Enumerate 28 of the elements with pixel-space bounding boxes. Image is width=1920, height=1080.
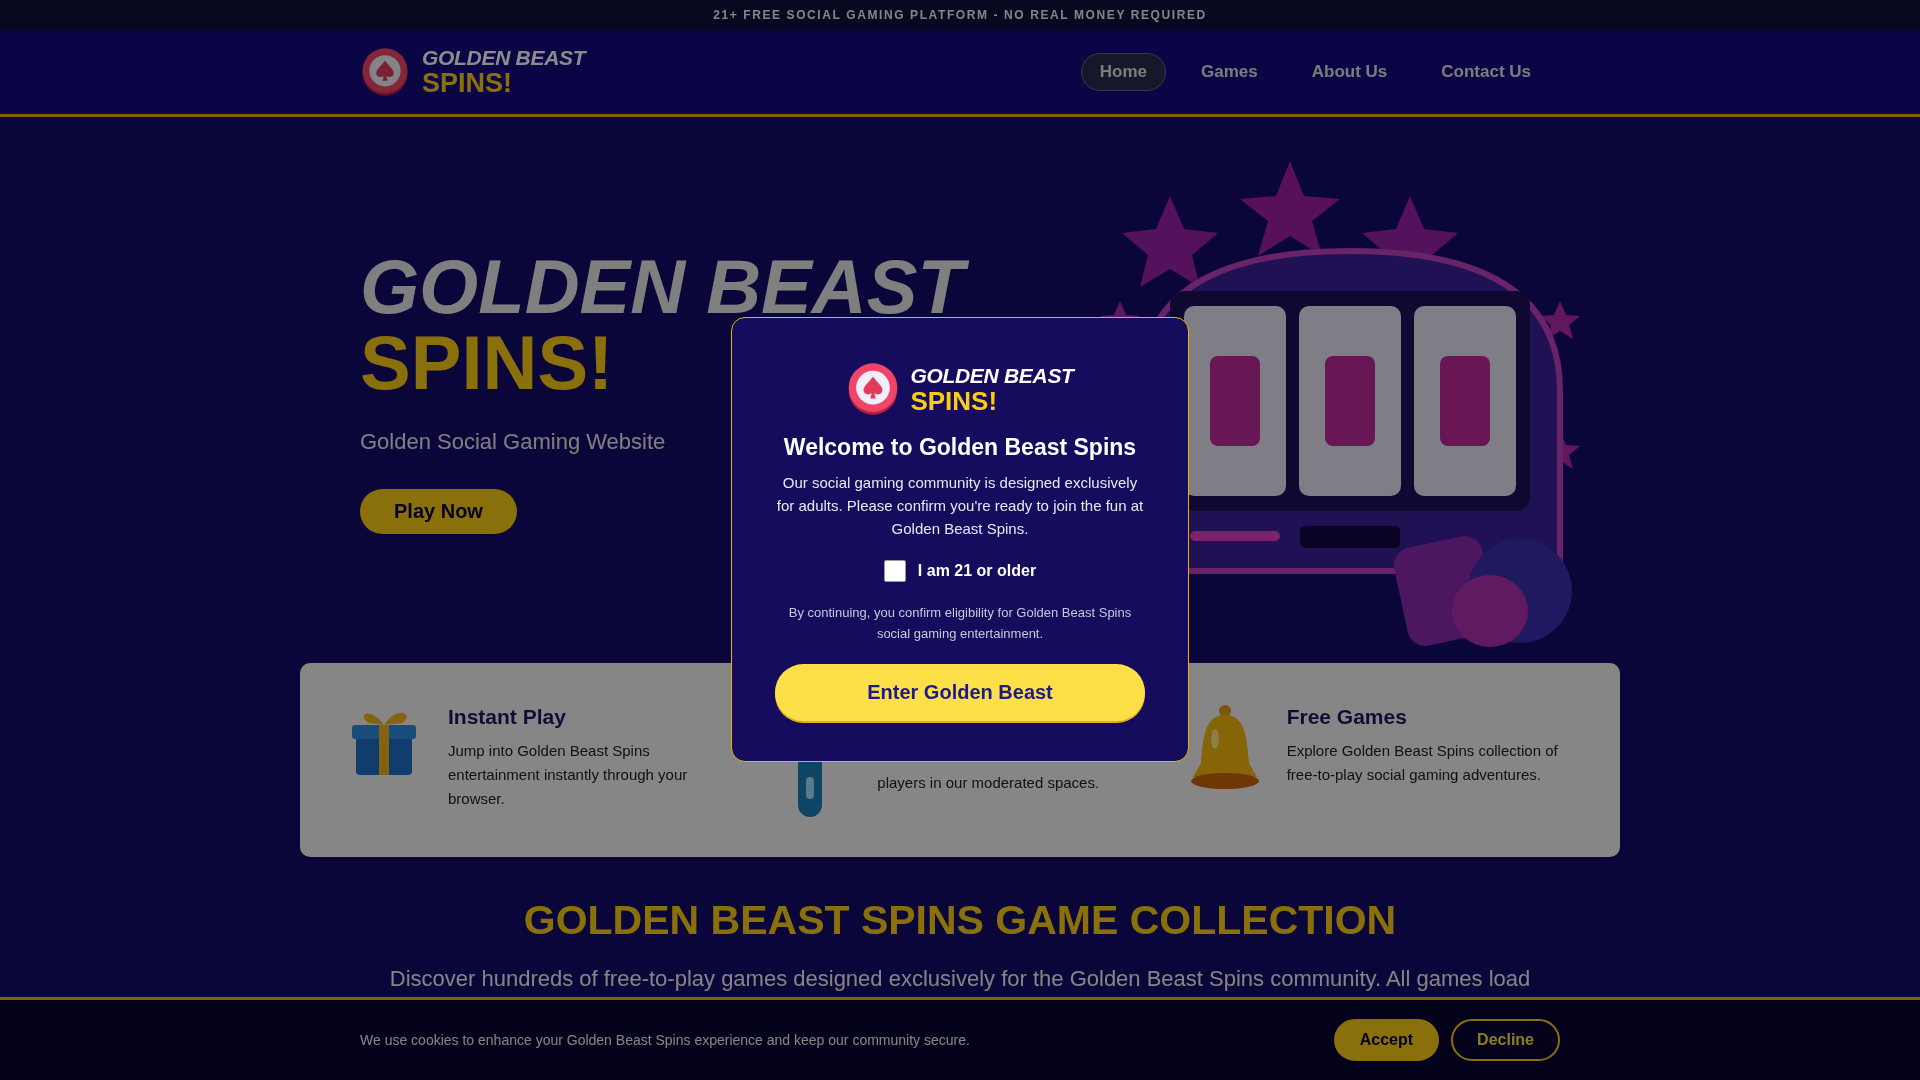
feature-description: players in our moderated spaces. bbox=[877, 773, 1100, 793]
nav-link[interactable]: Contact Us bbox=[1422, 53, 1550, 91]
logo-text: SPINS! bbox=[910, 387, 999, 414]
play-now-button[interactable]: Play Now bbox=[360, 489, 517, 534]
cookie-notice: We use cookies to enhance your Golden Beast Spins experience and keep our community secure. bbox=[360, 1032, 970, 1048]
logo-text: GOLDEN BEAST bbox=[422, 47, 586, 68]
section-intro: Discover hundreds of free-to-play games designed exclusively for the Golden Beast Spins community. All games load bbox=[388, 966, 1532, 992]
feature-description: Jump into Golden Beast Spins entertainment instantly through your browser. bbox=[448, 741, 689, 809]
banner-text: 21+ FREE SOCIAL GAMING PLATFORM - NO REAL MONEY REQUIRED bbox=[713, 8, 1207, 22]
nav-link[interactable]: Games bbox=[1182, 53, 1277, 91]
nav-link[interactable]: About Us bbox=[1292, 53, 1407, 91]
accept-button[interactable]: Accept bbox=[1333, 1019, 1440, 1061]
feature-title: Instant Play bbox=[448, 705, 567, 729]
section-heading: GOLDEN BEAST SPINS GAME COLLECTION bbox=[522, 897, 1398, 944]
enter-button[interactable]: Enter Golden Beast bbox=[775, 664, 1145, 721]
checkbox-label[interactable]: I am 21 or older bbox=[917, 562, 1037, 580]
nav-link[interactable]: Home bbox=[1080, 53, 1166, 91]
logo-text: GOLDEN BEAST bbox=[910, 364, 1074, 386]
modal-notice: By continuing, you confirm eligibility for Golden Beast Spins social gaming entertainment. bbox=[787, 604, 1133, 643]
feature-description: Explore Golden Beast Spins collection of free-to-play social gaming adventures. bbox=[1286, 741, 1559, 785]
poker-chip-icon bbox=[360, 47, 410, 97]
age-checkbox[interactable] bbox=[883, 560, 906, 582]
decline-button[interactable]: Decline bbox=[1451, 1019, 1560, 1061]
feature-title: Free Games bbox=[1286, 705, 1408, 729]
hero-subtitle: Golden Social Gaming Website bbox=[360, 429, 666, 455]
logo-text: SPINS! bbox=[422, 70, 514, 97]
modal-message: Our social gaming community is designed exclusively for adults. Please confirm you're ready to join the fun at Golden Beast Spins. bbox=[776, 473, 1144, 539]
modal-title: Welcome to Golden Beast Spins bbox=[783, 434, 1137, 461]
